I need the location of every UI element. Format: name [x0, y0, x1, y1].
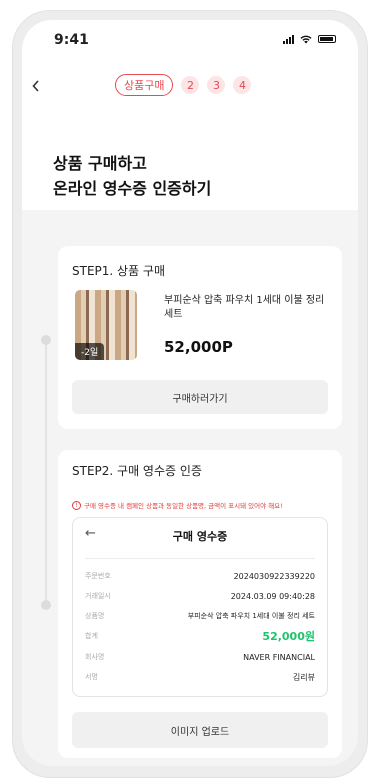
receipt-row: 거래일시 2024.03.09 09:40:28 — [85, 589, 315, 603]
step1-title: STEP1. 상품 구매 — [72, 264, 166, 278]
timeline-line — [45, 340, 47, 600]
header-area: 9:41 상품구매 2 3 4 상품 구매하고 온라인 영수증 인증하기 — [22, 20, 358, 210]
warning-message: ! 구매 영수증 내 캠페인 상품과 동일한 상품명, 금액이 표시돼 있어야 … — [72, 500, 283, 510]
app-screen: 9:41 상품구매 2 3 4 상품 구매하고 온라인 영수증 인증하기 STE… — [22, 20, 358, 766]
receipt-label: 거래일시 — [85, 592, 111, 600]
step-4: 4 — [233, 76, 252, 94]
stepper: 상품구매 2 3 4 — [115, 74, 252, 96]
receipt-product-name: 부피순삭 압축 파우치 1세대 이불 정리 세트 — [187, 612, 315, 620]
step-1-active: 상품구매 — [115, 74, 174, 96]
receipt-label: 주문번호 — [85, 572, 111, 580]
receipt-title: 구매 영수증 — [172, 530, 228, 543]
product-name: 부피순삭 압축 파우치 1세대 이불 정리 세트 — [164, 295, 325, 320]
receipt-row: 합계 52,000원 — [85, 629, 315, 643]
step1-card: STEP1. 상품 구매 -2일 부피순삭 압축 파우치 1세대 이불 정리 세… — [58, 246, 342, 429]
chevron-left-icon — [32, 80, 39, 92]
status-icons — [283, 34, 336, 44]
company-name: NAVER FINANCIAL — [243, 652, 315, 662]
receipt-label: 합계 — [85, 632, 98, 640]
image-upload-button[interactable]: 이미지 업로드 — [72, 712, 328, 748]
page-title-line2: 온라인 영수증 인증하기 — [53, 179, 212, 198]
warning-text: 구매 영수증 내 캠페인 상품과 동일한 상품명, 금액이 표시돼 있어야 해요… — [84, 502, 283, 510]
signature: 김리뷰 — [292, 672, 315, 682]
receipt-label: 회사명 — [85, 653, 105, 661]
signal-icon — [283, 34, 294, 44]
wifi-icon — [300, 35, 312, 43]
transaction-datetime: 2024.03.09 09:40:28 — [230, 591, 315, 601]
timeline-dot-step2 — [41, 600, 51, 610]
receipt-row: 주문번호 2024030922339220 — [85, 569, 315, 583]
battery-icon — [318, 35, 336, 43]
step2-title: STEP2. 구매 영수증 인증 — [72, 464, 202, 478]
status-time: 9:41 — [54, 32, 89, 48]
receipt-divider — [85, 558, 315, 559]
page-title: 상품 구매하고 온라인 영수증 인증하기 — [53, 151, 211, 201]
receipt-row: 회사명 NAVER FINANCIAL — [85, 650, 315, 664]
period-badge: -2일 — [75, 343, 105, 360]
page-title-line1: 상품 구매하고 — [53, 154, 147, 173]
step2-card: STEP2. 구매 영수증 인증 ! 구매 영수증 내 캠페인 상품과 동일한 … — [58, 450, 342, 758]
receipt-row: 상품명 부피순삭 압축 파우치 1세대 이불 정리 세트 — [85, 609, 315, 623]
order-number: 2024030922339220 — [233, 571, 315, 581]
receipt-label: 서명 — [85, 673, 98, 681]
product-image[interactable]: -2일 — [75, 290, 137, 360]
warning-icon: ! — [72, 500, 81, 510]
product-price: 52,000P — [164, 338, 233, 356]
timeline-dot-step1 — [41, 335, 51, 345]
go-purchase-button[interactable]: 구매하러가기 — [72, 380, 328, 414]
back-button[interactable] — [32, 77, 40, 96]
receipt-row: 서명 김리뷰 — [85, 670, 315, 684]
step-2: 2 — [181, 76, 200, 94]
receipt-total: 52,000원 — [262, 630, 315, 643]
step-3: 3 — [207, 76, 226, 94]
receipt-label: 상품명 — [85, 612, 105, 620]
receipt-sample: ← 구매 영수증 주문번호 2024030922339220 거래일시 2024… — [72, 517, 328, 697]
